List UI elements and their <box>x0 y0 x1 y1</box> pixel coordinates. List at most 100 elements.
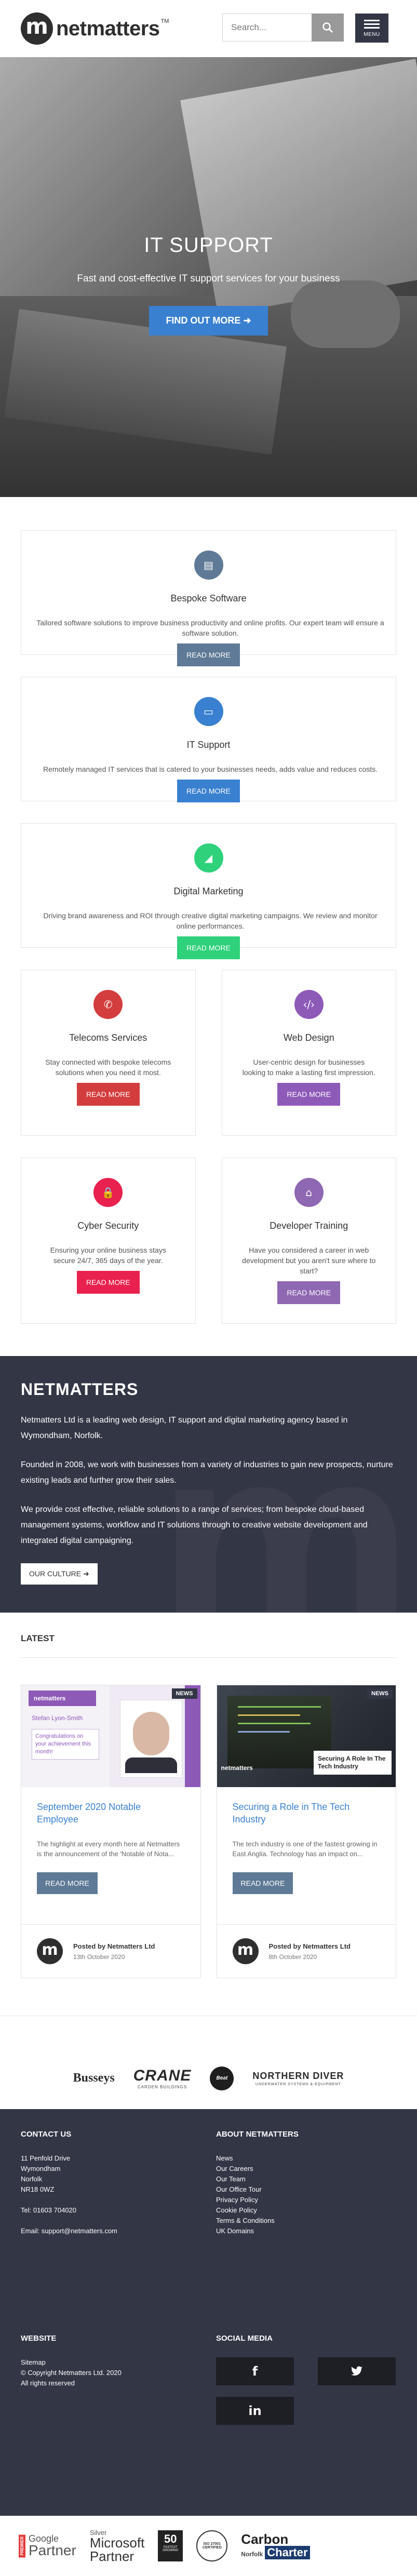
carbon-charter-badge[interactable]: Carbon Norfolk Charter <box>241 2532 310 2559</box>
footer-copyright: © Copyright Netmatters Ltd. 2020 <box>21 2368 122 2377</box>
chart-icon: ◢ <box>194 843 223 873</box>
footer-link-careers[interactable]: Our Careers <box>216 2164 396 2174</box>
facebook-button[interactable]: f <box>216 2357 294 2385</box>
iso-badge[interactable]: ISO 27001 CERTIFIED <box>196 2530 228 2561</box>
client-logo-busseys[interactable]: Busseys <box>73 2071 115 2085</box>
service-card[interactable]: 🔒 Cyber Security Ensuring your online busi… <box>21 1158 196 1324</box>
news-tag: NEWS <box>367 1688 393 1699</box>
footer-link-office-tour[interactable]: Our Office Tour <box>216 2184 396 2195</box>
google-premier-label: PREMIER <box>19 2534 25 2558</box>
client-logo-beat[interactable]: Beat <box>210 2066 234 2090</box>
footer-about-title: ABOUT NETMATTERS <box>216 2130 299 2139</box>
news-image-name: Stefan Lyon-Smith <box>32 1714 83 1722</box>
footer-link-domains[interactable]: UK Domains <box>216 2226 396 2236</box>
arrow-right-icon: ➜ <box>243 315 251 326</box>
service-card[interactable]: ▭ IT Support Remotely managed IT services … <box>21 677 396 802</box>
news-date: 8th October 2020 <box>268 1953 317 1961</box>
service-read-more-button[interactable]: READ MORE <box>277 1281 341 1304</box>
service-card[interactable]: ◢ Digital Marketing Driving brand awarenes… <box>21 823 396 959</box>
code-brackets-icon: ‹/› <box>294 990 324 1019</box>
footer-social: SOCIAL MEDIA f in <box>216 2334 396 2485</box>
hero-subtitle: Fast and cost-effective IT support servi… <box>77 273 340 284</box>
logo-text: netmatters <box>56 17 160 40</box>
author-avatar: m <box>232 1938 259 1964</box>
google-partner-badge[interactable]: PREMIER Google Partner <box>19 2534 76 2558</box>
hero-slider: IT SUPPORT Fast and cost-effective IT su… <box>0 57 417 497</box>
our-culture-button[interactable]: OUR CULTURE ➜ <box>21 1563 98 1585</box>
service-card-row: ✆ Telecoms Services Stay connected with be… <box>21 970 396 1158</box>
service-title: Telecoms Services <box>69 1032 147 1043</box>
footer-about: ABOUT NETMATTERS News Our Careers Our Te… <box>216 2130 396 2297</box>
menu-button[interactable]: MENU <box>355 14 388 43</box>
footer-email[interactable]: Email: support@netmatters.com <box>21 2226 216 2236</box>
footer-link-terms[interactable]: Terms & Conditions <box>216 2216 396 2226</box>
partners-strip: PREMIER Google Partner Silver Microsoft … <box>0 2516 417 2576</box>
news-card[interactable]: netmatters Securing A Role In The Tech I… <box>216 1685 396 1978</box>
footer-website: WEBSITE Sitemap © Copyright Netmatters L… <box>21 2334 216 2485</box>
about-paragraph: Founded in 2008, we work with businesses… <box>21 1460 393 1485</box>
news-read-more-button[interactable]: READ MORE <box>232 1872 293 1894</box>
service-read-more-button[interactable]: READ MORE <box>177 780 240 802</box>
client-crane-sub: CARDEN BUILDINGS <box>137 2085 187 2089</box>
latest-title: LATEST <box>21 1613 396 1658</box>
service-card[interactable]: ✆ Telecoms Services Stay connected with be… <box>21 970 196 1136</box>
footer-link-cookie[interactable]: Cookie Policy <box>216 2205 396 2216</box>
award-label: FASTEST GROWING <box>163 2546 179 2552</box>
footer-link-team[interactable]: Our Team <box>216 2174 396 2184</box>
google-partner-label: Partner <box>29 2542 76 2558</box>
service-description: Driving brand awareness and ROI through … <box>43 911 378 930</box>
service-read-more-button[interactable]: READ MORE <box>177 643 240 666</box>
news-card[interactable]: netmatters Stefan Lyon-Smith Congratulat… <box>21 1685 201 1978</box>
search-input[interactable] <box>222 14 312 42</box>
service-card-row: 🔒 Cyber Security Ensuring your online busi… <box>21 1158 396 1346</box>
service-description: Stay connected with bespoke telecoms sol… <box>45 1058 171 1077</box>
footer-website-title: WEBSITE <box>21 2333 57 2343</box>
carbon-charter-label: Charter <box>265 2546 310 2559</box>
service-description: Have you considered a career in web deve… <box>242 1246 376 1275</box>
news-footer: m Posted by Netmatters Ltd 8th October 2… <box>217 1924 396 1978</box>
footer-address-line: Norfolk <box>21 2175 43 2183</box>
arrow-right-icon: ➜ <box>83 1569 89 1578</box>
news-image: netmatters Stefan Lyon-Smith Congratulat… <box>21 1685 200 1787</box>
service-title: Developer Training <box>270 1220 348 1231</box>
linkedin-button[interactable]: in <box>216 2396 294 2425</box>
news-image: netmatters Securing A Role In The Tech I… <box>217 1685 396 1787</box>
client-logo-crane[interactable]: CRANE CARDEN BUILDINGS <box>133 2067 192 2089</box>
service-card[interactable]: ▤ Bespoke Software Tailored software solut… <box>21 530 396 666</box>
service-read-more-button[interactable]: READ MORE <box>76 1271 140 1294</box>
news-title[interactable]: Securing a Role in The Tech Industry <box>233 1801 381 1826</box>
site-header: m netmatters TM MENU <box>0 0 417 57</box>
service-title: IT Support <box>186 740 231 750</box>
news-read-more-button[interactable]: READ MORE <box>37 1872 98 1894</box>
hero-cta-button[interactable]: FIND OUT MORE ➜ <box>149 306 268 336</box>
microsoft-partner-badge[interactable]: Silver Microsoft Partner <box>90 2529 144 2563</box>
footer-link-news[interactable]: News <box>216 2153 396 2164</box>
client-northern-name: NORTHERN DIVER <box>252 2070 344 2081</box>
footer-link-sitemap[interactable]: Sitemap <box>21 2357 216 2368</box>
service-description: Tailored software solutions to improve b… <box>36 619 384 637</box>
footer-telephone[interactable]: Tel: 01603 704020 <box>21 2205 216 2216</box>
footer-contact: CONTACT US 11 Penfold Drive Wymondham No… <box>21 2130 216 2297</box>
about-paragraph: We provide cost effective, reliable solu… <box>21 1505 368 1545</box>
clients-strip: Busseys CRANE CARDEN BUILDINGS Beat NORT… <box>0 2016 417 2109</box>
service-read-more-button[interactable]: READ MORE <box>76 1083 140 1106</box>
service-read-more-button[interactable]: READ MORE <box>277 1083 341 1106</box>
twitter-button[interactable] <box>318 2357 396 2385</box>
service-read-more-button[interactable]: READ MORE <box>177 936 240 959</box>
fastest-growing-badge[interactable]: 50 FASTEST GROWING <box>158 2530 183 2561</box>
news-title[interactable]: September 2020 Notable Employee <box>37 1801 185 1826</box>
facebook-icon: f <box>252 2364 258 2379</box>
site-logo[interactable]: m netmatters TM <box>21 12 169 45</box>
microsoft-partner-label: Partner <box>89 2548 134 2564</box>
client-logo-northern-diver[interactable]: NORTHERN DIVER UNDERWATER SYSTEMS & EQUI… <box>252 2071 344 2086</box>
carbon-label: Carbon <box>241 2531 289 2547</box>
service-card[interactable]: ‹/› Web Design User-centric design for bus… <box>221 970 396 1136</box>
site-footer: CONTACT US 11 Penfold Drive Wymondham No… <box>0 2109 417 2516</box>
search-button[interactable] <box>312 14 344 42</box>
footer-social-title: SOCIAL MEDIA <box>216 2333 273 2343</box>
hero-content: IT SUPPORT Fast and cost-effective IT su… <box>0 234 417 336</box>
phone-icon: ✆ <box>93 990 123 1019</box>
service-card[interactable]: ⌂ Developer Training Have you considered a… <box>221 1158 396 1324</box>
footer-link-privacy[interactable]: Privacy Policy <box>216 2195 396 2205</box>
footer-address-line: NR18 0WZ <box>21 2185 55 2193</box>
